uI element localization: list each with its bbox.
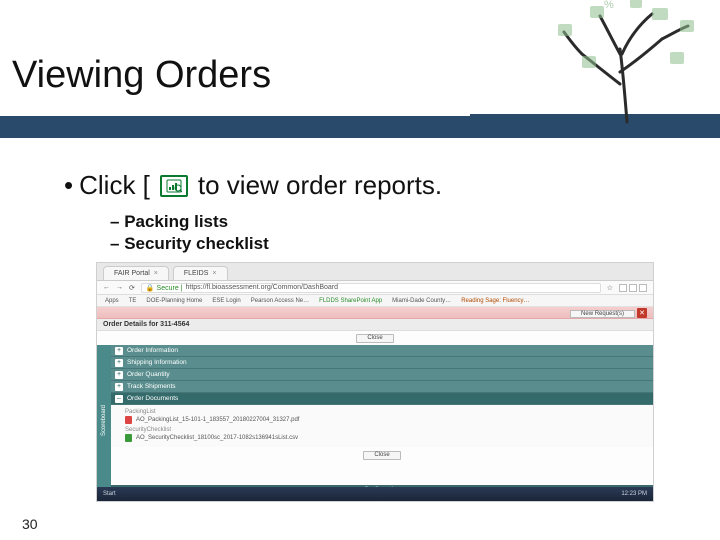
accordion-label: Order Documents [127, 395, 178, 402]
accordion-order-documents[interactable]: – Order Documents [111, 393, 653, 405]
reload-icon[interactable]: ⟳ [129, 284, 135, 292]
bookmark[interactable]: FLDDS SharePoint App [319, 298, 382, 304]
accordion: + Order Information + Shipping Informati… [111, 345, 653, 495]
close-icon[interactable]: ✕ [637, 308, 647, 318]
window-close-icon[interactable] [639, 284, 647, 292]
bullet-dot [64, 170, 73, 201]
window-max-icon[interactable] [629, 284, 637, 292]
bookmark[interactable]: Apps [105, 298, 119, 304]
close-row-top: Close [97, 331, 653, 345]
browser-tab-strip: FAIR Portal × FLEIDS × [97, 263, 653, 281]
file-link-packing[interactable]: AO_PackingList_15-101-1_183557_201802270… [125, 415, 639, 425]
close-icon[interactable]: × [154, 270, 158, 277]
plus-icon: + [115, 383, 123, 391]
forward-icon[interactable]: → [116, 284, 123, 291]
content-area: Scoreboard + Order Information + Shippin… [97, 345, 653, 495]
accordion-shipping-info[interactable]: + Shipping Information [111, 357, 653, 369]
plus-icon: + [115, 359, 123, 367]
bullet-text-suffix: to view order reports. [198, 170, 442, 201]
page-title: Viewing Orders [12, 54, 271, 97]
vertical-tab[interactable]: Scoreboard [97, 345, 111, 495]
star-icon[interactable]: ☆ [607, 284, 613, 292]
close-icon[interactable]: × [212, 270, 216, 277]
url-text: https://fl.bioassessment.org/Common/Dash… [186, 284, 339, 291]
windows-taskbar: Start 12:23 PM [97, 487, 653, 501]
slide-header: Viewing Orders % [0, 0, 720, 160]
documents-panel: PackingList AO_PackingList_15-101-1_1835… [111, 405, 653, 447]
accordion-order-quantity[interactable]: + Order Quantity [111, 369, 653, 381]
bookmark[interactable]: Reading Sage: Fluency… [461, 298, 529, 304]
bookmark[interactable]: TE [129, 298, 137, 304]
tab-label: FAIR Portal [114, 270, 150, 277]
pdf-icon [125, 416, 132, 424]
sub-bullet-security: Security checklist [110, 234, 269, 254]
app-banner: New Request(s) ✕ [97, 307, 653, 319]
secure-label: 🔒 Secure | [146, 284, 183, 292]
file-name: AO_PackingList_15-101-1_183557_201802270… [136, 417, 299, 423]
file-link-security[interactable]: AO_SecurityChecklist_18100sc_2017-1082s1… [125, 433, 639, 443]
close-button[interactable]: Close [363, 451, 400, 460]
bookmarks-bar: Apps TE DOE-Planning Home ESE Login Pear… [97, 295, 653, 307]
plus-icon: + [115, 371, 123, 379]
sub-bullet-list: Packing lists Security checklist [110, 212, 269, 256]
start-button[interactable]: Start [103, 491, 116, 497]
bookmark[interactable]: DOE-Planning Home [146, 298, 202, 304]
accordion-label: Track Shipments [127, 383, 176, 390]
bullet-text-prefix: Click [ [79, 170, 150, 201]
order-details-title: Order Details for 311-4564 [97, 319, 653, 331]
url-input[interactable]: 🔒 Secure | https://fl.bioassessment.org/… [141, 283, 601, 293]
close-row-bottom: Close [111, 447, 653, 463]
back-icon[interactable]: ← [103, 284, 110, 291]
accordion-label: Order Quantity [127, 371, 170, 378]
window-min-icon[interactable] [619, 284, 627, 292]
accordion-order-info[interactable]: + Order Information [111, 345, 653, 357]
svg-text:%: % [604, 0, 614, 11]
file-name: AO_SecurityChecklist_18100sc_2017-1082s1… [136, 435, 298, 441]
minus-icon: – [115, 395, 123, 403]
new-request-button[interactable]: New Request(s) [570, 310, 635, 318]
plus-icon: + [115, 347, 123, 355]
close-button[interactable]: Close [356, 334, 393, 343]
csv-icon [125, 434, 132, 442]
bookmark[interactable]: ESE Login [212, 298, 240, 304]
bookmark[interactable]: Miami-Dade County… [392, 298, 451, 304]
browser-tab-1[interactable]: FAIR Portal × [103, 266, 169, 280]
accordion-track-shipments[interactable]: + Track Shipments [111, 381, 653, 393]
bookmark[interactable]: Pearson Access Ne… [251, 298, 309, 304]
taskbar-clock: 12:23 PM [621, 491, 647, 497]
embedded-screenshot: FAIR Portal × FLEIDS × ← → ⟳ 🔒 Secure | … [96, 262, 654, 502]
tab-label: FLEIDS [184, 270, 209, 277]
sub-bullet-packing: Packing lists [110, 212, 269, 232]
report-icon [160, 175, 188, 197]
tree-decoration: % [552, 0, 702, 124]
browser-tab-2[interactable]: FLEIDS × [173, 266, 228, 280]
accordion-label: Shipping Information [127, 359, 187, 366]
accordion-label: Order Information [127, 347, 178, 354]
main-bullet: Click [ to view order reports. [64, 170, 442, 201]
slide-number: 30 [22, 516, 38, 532]
browser-url-bar: ← → ⟳ 🔒 Secure | https://fl.bioassessmen… [97, 281, 653, 295]
